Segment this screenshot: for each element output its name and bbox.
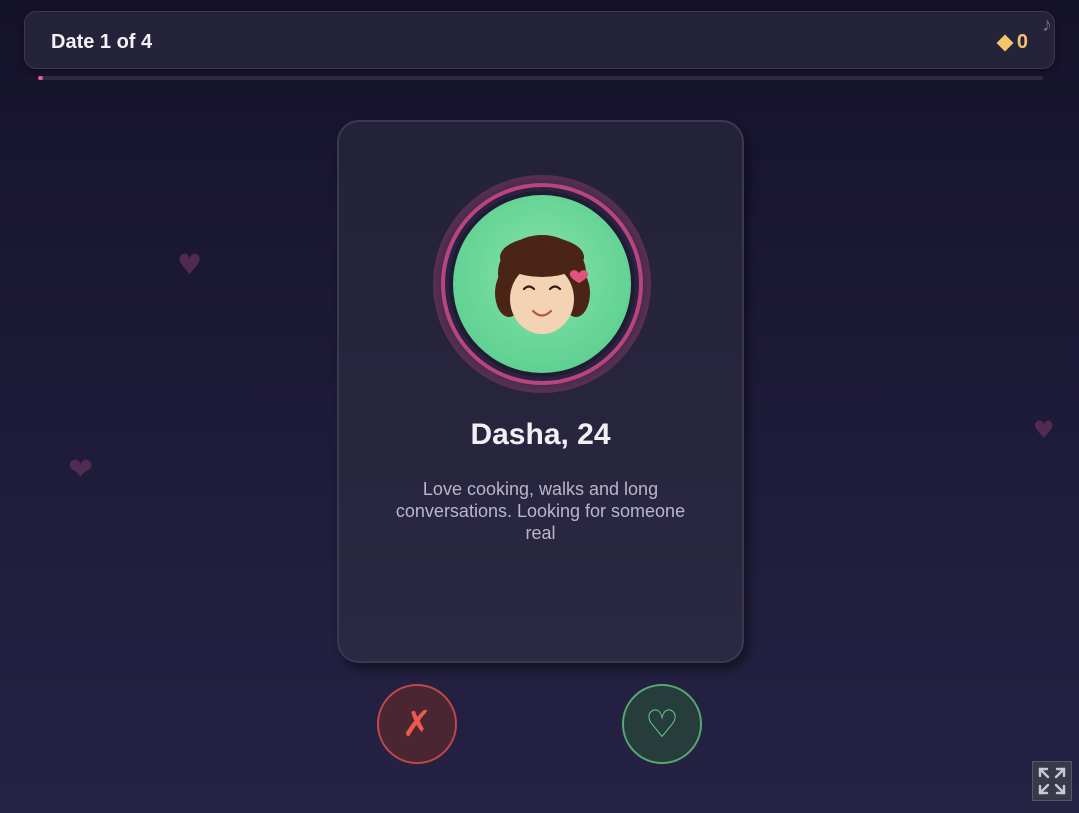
date-counter: Date 1 of 4 xyxy=(51,31,153,53)
music-note-icon[interactable]: ♪ xyxy=(1042,14,1052,37)
fullscreen-button[interactable] xyxy=(1032,761,1072,801)
top-bar: Date 1 of 4 0 ♪ xyxy=(24,11,1055,69)
background-heart-icon: ❤ xyxy=(68,452,94,487)
heart-outline-icon: ♡ xyxy=(644,702,680,746)
background-heart-icon: ♥ xyxy=(1033,416,1055,444)
profile-name: Dasha, 24 xyxy=(470,418,611,451)
diamond-icon xyxy=(996,34,1014,51)
date-progress-bar xyxy=(38,76,1043,80)
like-button[interactable]: ♡ xyxy=(622,684,702,764)
cross-icon: ✗ xyxy=(401,703,433,745)
girl-face-icon xyxy=(453,195,631,373)
gem-counter: 0 xyxy=(996,31,1028,54)
profile-bio: Love cooking, walks and long conversatio… xyxy=(395,479,686,543)
fullscreen-icon xyxy=(1038,767,1066,795)
reject-button[interactable]: ✗ xyxy=(377,684,457,764)
gem-count: 0 xyxy=(1016,31,1028,53)
avatar xyxy=(449,191,635,377)
profile-card[interactable]: Dasha, 24 Love cooking, walks and long c… xyxy=(337,120,744,663)
background-heart-icon: ♥ xyxy=(177,248,203,281)
date-progress-fill xyxy=(38,76,44,80)
